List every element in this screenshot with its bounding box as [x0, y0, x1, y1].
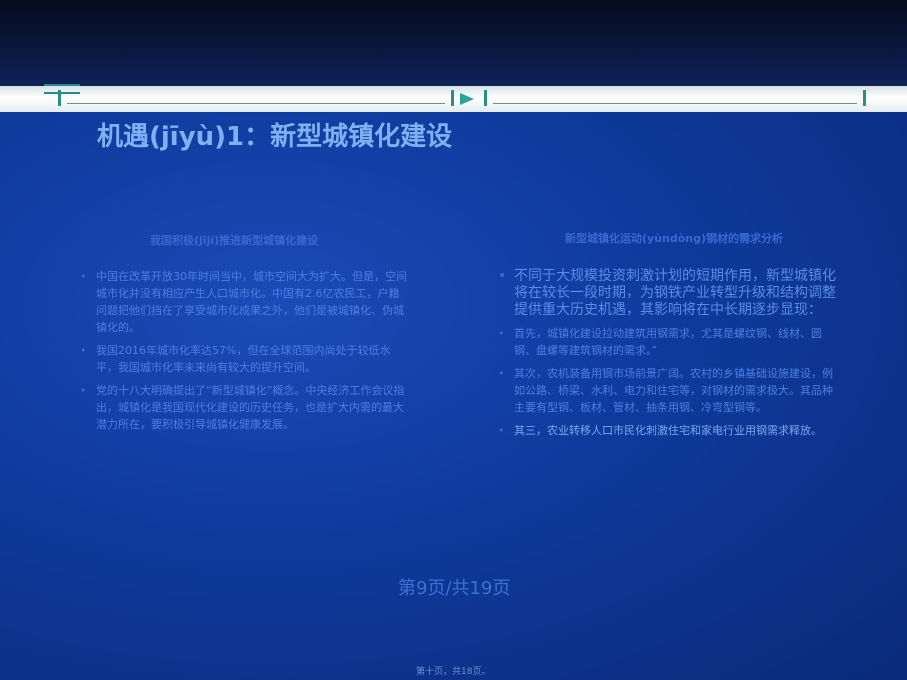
left-bracket-rule [58, 90, 454, 106]
top-banner [0, 0, 907, 86]
header-strip [0, 84, 907, 112]
footer-text: 第十页，共18页。 [416, 667, 491, 677]
right-bracket-rule [484, 90, 866, 106]
left-column: 中国在改革开放30年时间当中，城市空间大为扩大。但是，空间城市化并没有相应产生人… [80, 268, 410, 439]
page-indicator: 第9页/共19页 [398, 578, 511, 599]
left-bullet-1: 中国在改革开放30年时间当中，城市空间大为扩大。但是，空间城市化并没有相应产生人… [80, 268, 410, 336]
right-column: 不同于大规模投资刺激计划的短期作用，新型城镇化将在较长一段时期，为钢铁产业转型升… [498, 268, 838, 445]
right-bullet-1: 首先，城镇化建设拉动建筑用钢需求，尤其是螺纹钢、线材、圆钢、盘螺等建筑钢材的需求… [498, 325, 838, 359]
left-column-heading: 我国积极(jījí)推进新型城镇化建设 [150, 234, 319, 247]
play-arrow-icon [460, 93, 474, 105]
right-bullet-3: 其三，农业转移人口市民化刺激住宅和家电行业用钢需求释放。 [498, 422, 838, 439]
left-bullet-3: 党的十八大明确提出了“新型城镇化”概念。中央经济工作会议指出，城镇化是我国现代化… [80, 382, 410, 433]
right-column-heading: 新型城镇化运动(yùndòng)钢材的需求分析 [565, 232, 784, 245]
right-intro: 不同于大规模投资刺激计划的短期作用，新型城镇化将在较长一段时期，为钢铁产业转型升… [498, 268, 838, 319]
right-bullet-2: 其次，农机装备用钢市场前景广阔。农村的乡镇基础设施建设，例如公路、桥梁、水利、电… [498, 365, 838, 416]
slide-title: 机遇(jīyù)1：新型城镇化建设 [97, 122, 453, 152]
left-bullet-2: 我国2016年城市化率达57%，但在全球范围内尚处于较低水平，我国城市化率未来尚… [80, 342, 410, 376]
